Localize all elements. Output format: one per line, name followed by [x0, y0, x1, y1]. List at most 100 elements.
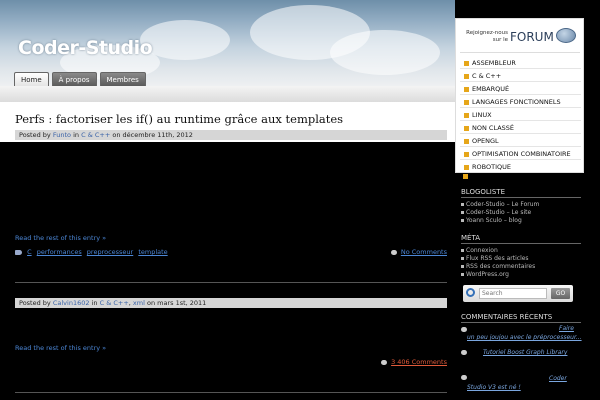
bullet-icon	[461, 211, 464, 214]
meta-in: in	[91, 299, 98, 307]
category-item[interactable]: OPTIMISATION COMBINATOIRE	[464, 150, 571, 158]
link-label: Connexion	[466, 247, 498, 254]
bullet-icon	[464, 164, 469, 170]
speech-bubble-icon	[556, 28, 576, 43]
forum-banner[interactable]: Rejoignez-nous sur le FORUM	[460, 23, 580, 53]
category-item[interactable]: LANGAGES FONCTIONNELS	[464, 98, 561, 106]
category-label: EMBARQUÉ	[472, 85, 510, 93]
link-label: Flux RSS des articles	[466, 255, 529, 262]
divider	[461, 197, 581, 198]
post-date: on décembre 11th, 2012	[112, 131, 193, 139]
category-bullet-extra	[463, 172, 471, 180]
post-meta: Posted by Funto in C & C++ on décembre 1…	[15, 130, 447, 140]
comment-bubble-icon	[381, 359, 387, 365]
tag-icon	[15, 249, 22, 255]
tab-a-propos[interactable]: À propos	[51, 72, 97, 86]
tab-home[interactable]: Home	[14, 72, 49, 86]
category-box: Rejoignez-nous sur le FORUM ASSEMBLEUR C…	[455, 18, 584, 173]
header-stripe	[0, 86, 455, 102]
post-comments: 3 406 Comments	[381, 358, 447, 366]
post-title[interactable]: Perfs : factoriser les if() au runtime g…	[15, 112, 343, 126]
link-label: RSS des commentaires	[466, 263, 536, 270]
search-icon	[466, 288, 475, 297]
recent-comment-link[interactable]: un peu joujou avec le préprocesseur...	[467, 334, 582, 341]
bullet-icon	[461, 219, 464, 222]
category-label: LANGAGES FONCTIONNELS	[472, 98, 561, 106]
read-more-link[interactable]: Read the rest of this entry »	[15, 234, 106, 242]
content: Perfs : factoriser les if() au runtime g…	[0, 102, 455, 400]
bullet-icon	[461, 257, 464, 260]
post-comments: No Comments	[390, 248, 447, 256]
category-item[interactable]: C & C++	[464, 72, 501, 80]
link-label: Yoann Sculo – blog	[466, 217, 522, 224]
meta-link[interactable]: Connexion	[461, 247, 498, 254]
category-item[interactable]: LINUX	[464, 111, 492, 119]
link-label: WordPress.org	[466, 271, 509, 278]
bullet-icon	[461, 265, 464, 268]
post-meta: Posted by Calvin1602 in C & C++, xml on …	[15, 298, 447, 308]
category-item[interactable]: OPENGL	[464, 137, 499, 145]
category-item[interactable]: ASSEMBLEUR	[464, 59, 516, 67]
site-title[interactable]: Coder-Studio	[18, 37, 153, 59]
bullet-icon	[464, 138, 469, 144]
category-item[interactable]: EMBARQUÉ	[464, 85, 509, 93]
recent-comment-link[interactable]: Coder	[549, 375, 567, 382]
comment-bubble-icon	[461, 327, 467, 332]
bullet-icon	[464, 125, 469, 131]
meta-link[interactable]: Flux RSS des articles	[461, 255, 529, 262]
blogoliste-title: BLOGOLISTE	[461, 188, 506, 196]
divider	[460, 94, 581, 95]
category-item[interactable]: ROBOTIQUE	[464, 163, 511, 171]
category-link[interactable]: xml	[133, 299, 145, 307]
forum-label: FORUM	[510, 30, 554, 44]
recent-comment-link[interactable]: Tutoriel Boost Graph Library	[483, 349, 567, 356]
divider	[460, 68, 581, 69]
blogoliste-link[interactable]: Coder-Studio – Le site	[461, 209, 531, 216]
sidebar: Rejoignez-nous sur le FORUM ASSEMBLEUR C…	[455, 0, 600, 400]
link-label: Coder-Studio – Le Forum	[466, 201, 540, 208]
post-separator	[15, 282, 447, 283]
divider	[461, 243, 581, 244]
bullet-icon	[464, 86, 469, 92]
category-item[interactable]: NON CLASSÉ	[464, 124, 514, 132]
comment-bubble-icon	[461, 375, 467, 380]
comments-link[interactable]: 3 406 Comments	[391, 358, 447, 366]
tag-link[interactable]: preprocesseur	[87, 248, 133, 256]
author-link[interactable]: Calvin1602	[53, 299, 90, 307]
blogoliste-link[interactable]: Yoann Sculo – blog	[461, 217, 522, 224]
divider	[460, 159, 581, 160]
divider	[460, 133, 581, 134]
comment-bubble-icon	[390, 249, 397, 255]
tag-link[interactable]: C	[27, 248, 32, 256]
divider	[460, 107, 581, 108]
meta-link[interactable]: RSS des commentaires	[461, 263, 535, 270]
category-label: OPTIMISATION COMBINATOIRE	[472, 150, 571, 158]
divider	[460, 120, 581, 121]
bullet-icon	[464, 73, 469, 79]
forum-join-text: Rejoignez-nous sur le	[466, 30, 508, 43]
author-link[interactable]: Funto	[53, 131, 71, 139]
blogoliste-link[interactable]: Coder-Studio – Le Forum	[461, 201, 539, 208]
comments-link[interactable]: No Comments	[401, 248, 447, 256]
divider	[460, 81, 581, 82]
search-go-button[interactable]: GO	[551, 288, 570, 299]
category-link[interactable]: C & C++	[81, 131, 110, 139]
tag-link[interactable]: performances	[37, 248, 82, 256]
bullet-icon	[464, 60, 469, 66]
category-label: LINUX	[472, 111, 492, 119]
link-label: Coder-Studio – Le site	[466, 209, 532, 216]
category-link[interactable]: C & C++	[100, 299, 129, 307]
recent-comment-link[interactable]: Studio V3 est né !	[467, 384, 521, 391]
bullet-icon	[461, 273, 464, 276]
recent-comment-link[interactable]: Faire	[559, 325, 574, 332]
comment-bubble-icon	[461, 350, 467, 355]
tab-membres[interactable]: Membres	[99, 72, 146, 86]
bullet-icon	[461, 203, 464, 206]
category-label: OPENGL	[472, 137, 499, 145]
search-input[interactable]	[479, 288, 547, 299]
category-label: ASSEMBLEUR	[472, 59, 516, 67]
tag-link[interactable]: template	[138, 248, 167, 256]
read-more-link[interactable]: Read the rest of this entry »	[15, 344, 106, 352]
meta-link[interactable]: WordPress.org	[461, 271, 509, 278]
main-nav: Home À propos Membres	[14, 72, 146, 86]
